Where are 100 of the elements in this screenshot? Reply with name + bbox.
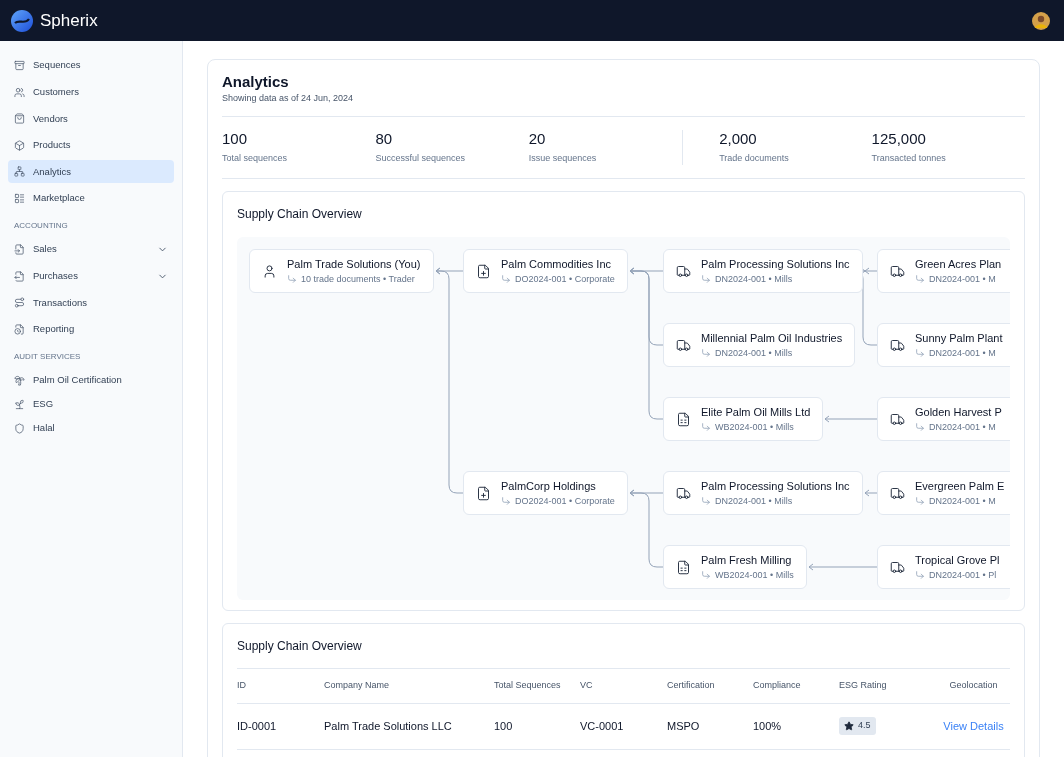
sidebar-item[interactable]: Transactions	[8, 291, 174, 315]
node-card[interactable]: Palm Trade Solutions (You) 10 trade documents • Trader	[249, 249, 434, 293]
page-title: Analytics	[222, 73, 290, 91]
corner-arrow-icon	[501, 496, 511, 506]
avatar[interactable]	[1032, 11, 1050, 30]
stat-value: 100	[222, 129, 249, 148]
corner-arrow-icon	[915, 274, 925, 284]
node-card[interactable]: Evergreen Palm E DN2024-001 • M	[877, 471, 1010, 515]
sidebar-item[interactable]: Sales	[8, 237, 174, 261]
sidebar-item[interactable]: Reporting	[8, 317, 174, 341]
sprout-icon	[14, 398, 25, 410]
stat-value: 125,000	[871, 129, 927, 148]
column-header: VC	[580, 679, 594, 693]
sidebar-item[interactable]: Palm Oil Certification	[8, 368, 174, 392]
column-header: ESG Rating	[839, 679, 888, 693]
truck-icon	[890, 485, 905, 501]
user-icon	[262, 263, 277, 279]
node-card[interactable]: Palm Processing Solutions Inc DN2024-001 • Mills	[663, 471, 863, 515]
corner-arrow-icon	[915, 496, 925, 506]
sidebar-item[interactable]: Sequences	[8, 54, 174, 77]
spreadsheet-icon	[676, 411, 691, 427]
truck-icon	[890, 337, 905, 353]
sidebar-item[interactable]: ESG	[8, 392, 174, 416]
logo-icon	[11, 9, 33, 32]
sidebar-item[interactable]: Customers	[8, 80, 174, 104]
truck-icon	[676, 485, 691, 501]
view-details-link[interactable]: View Details	[937, 718, 1010, 735]
node-card[interactable]: PalmCorp Holdings DO2024-001 • Corporate	[463, 471, 628, 515]
file-plus-icon	[476, 485, 491, 501]
stat-value: 2,000	[719, 129, 758, 148]
node-card[interactable]: Elite Palm Oil Mills Ltd WB2024-001 • Mills	[663, 397, 824, 441]
node-title: Palm Fresh Milling	[701, 553, 793, 567]
corner-arrow-icon	[915, 422, 925, 432]
stat-label: Trade documents	[719, 151, 790, 165]
node-title: Millennial Palm Oil Industries	[701, 331, 843, 345]
node-detail: WB2024-001 • Mills	[715, 569, 794, 581]
column-header: Total Sequences	[494, 679, 562, 693]
node-card[interactable]: Golden Harvest P DN2024-001 • M	[877, 397, 1010, 441]
table-cell-text: MSPO	[667, 719, 701, 735]
file-plus-icon	[476, 263, 491, 279]
sidebar-item[interactable]: Halal	[8, 416, 174, 440]
brand-name: Spherix	[40, 9, 98, 32]
table-cell-text: ID-0001	[237, 719, 278, 735]
node-detail: DN2024-001 • Mills	[715, 273, 793, 285]
node-title: Evergreen Palm E	[915, 479, 1005, 493]
column-header: ID	[237, 679, 247, 693]
node-card[interactable]: Palm Processing Solutions Inc DN2024-001 • Mills	[663, 249, 863, 293]
node-card[interactable]: Palm Fresh Milling WB2024-001 • Mills	[663, 545, 807, 589]
node-detail: DN2024-001 • Mills	[715, 495, 793, 507]
connector-arrow	[808, 563, 878, 571]
table-cell-text: Palm Trade Solutions LLC	[324, 719, 453, 735]
spreadsheet-icon	[676, 559, 691, 575]
stat-value: 20	[528, 129, 547, 148]
star-icon	[844, 721, 854, 732]
corner-arrow-icon	[287, 274, 297, 284]
sidebar-item[interactable]: Marketplace	[8, 186, 174, 210]
column-header: Company Name	[324, 679, 391, 693]
route-icon	[14, 297, 25, 309]
node-title: Palm Processing Solutions Inc	[701, 257, 850, 271]
node-card[interactable]: Green Acres Plan DN2024-001 • M	[877, 249, 1010, 293]
node-title: PalmCorp Holdings	[501, 479, 597, 493]
list-icon	[14, 192, 25, 204]
node-title: Palm Processing Solutions Inc	[701, 479, 850, 493]
stat-label: Transacted tonnes	[871, 151, 947, 165]
box-icon	[14, 139, 25, 151]
truck-icon	[890, 263, 905, 279]
node-card[interactable]: Tropical Grove Pl DN2024-001 • Pl	[877, 545, 1010, 589]
stat-label: Total sequences	[222, 151, 289, 165]
node-title: Palm Commodities Inc	[501, 257, 613, 271]
rating-badge: 4.5	[839, 717, 876, 735]
node-detail: DO2024-001 • Corporate	[515, 495, 615, 507]
corner-arrow-icon	[701, 496, 711, 506]
node-title: Green Acres Plan	[915, 257, 1002, 271]
node-detail: DN2024-001 • M	[929, 421, 996, 433]
node-detail: DO2024-001 • Corporate	[515, 273, 615, 285]
node-detail: WB2024-001 • Mills	[715, 421, 794, 433]
corner-arrow-icon	[915, 570, 925, 580]
truck-icon	[890, 411, 905, 427]
node-title: Golden Harvest P	[915, 405, 1002, 419]
palm-tree-icon	[14, 374, 25, 386]
truck-icon	[676, 337, 691, 353]
column-header: Compliance	[753, 679, 802, 693]
node-card[interactable]: Palm Commodities Inc DO2024-001 • Corporate	[463, 249, 628, 293]
truck-icon	[890, 559, 905, 575]
column-header: Certification	[667, 679, 716, 693]
users-icon	[14, 86, 25, 98]
node-card[interactable]: Millennial Palm Oil Industries DN2024-001 • Mills	[663, 323, 856, 367]
sidebar-item[interactable]: Purchases	[8, 264, 174, 288]
bag-icon	[14, 113, 25, 125]
section-heading: AUDIT SERVICES	[13, 350, 82, 363]
sidebar-item[interactable]: Analytics	[8, 160, 174, 184]
node-detail: DN2024-001 • M	[929, 273, 996, 285]
sidebar-item[interactable]: Products	[8, 133, 174, 157]
table-cell-text: VC-0001	[580, 719, 625, 735]
hierarchy-icon	[14, 166, 25, 178]
node-detail: DN2024-001 • M	[929, 495, 996, 507]
file-in-icon	[14, 243, 25, 255]
corner-arrow-icon	[701, 422, 711, 432]
sidebar-item[interactable]: Vendors	[8, 107, 174, 131]
node-card[interactable]: Sunny Palm Plant DN2024-001 • M	[877, 323, 1010, 367]
